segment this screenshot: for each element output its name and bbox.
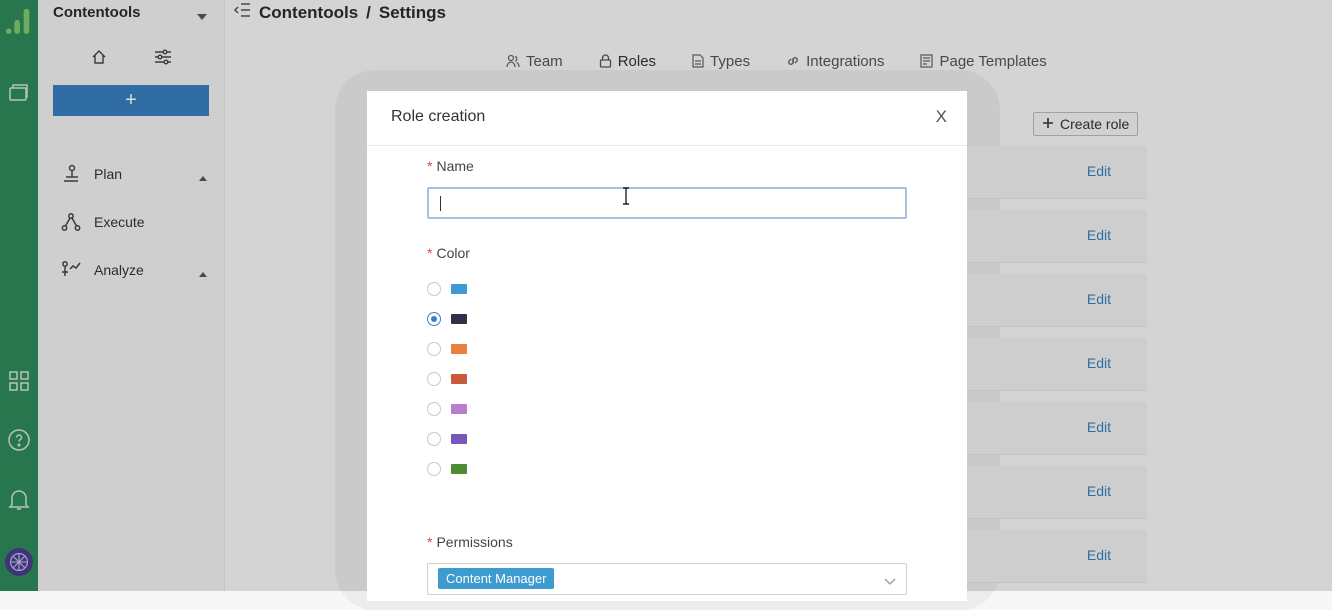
name-label: * Name: [427, 158, 474, 174]
color-swatch-2[interactable]: [451, 314, 467, 324]
chevron-down-icon[interactable]: [884, 573, 896, 591]
role-creation-modal: Role creation X * Name * Color * Permission…: [367, 91, 967, 601]
text-cursor-icon: [619, 187, 633, 210]
required-mark: *: [427, 158, 433, 174]
required-mark: *: [427, 245, 433, 261]
color-swatch-5[interactable]: [451, 404, 467, 414]
color-radio-1[interactable]: [427, 282, 441, 296]
permissions-select[interactable]: Content Manager: [427, 563, 907, 595]
color-radio-7[interactable]: [427, 462, 441, 476]
permissions-label-text: Permissions: [436, 534, 513, 550]
color-swatch-6[interactable]: [451, 434, 467, 444]
permission-tag[interactable]: Content Manager: [438, 568, 555, 589]
role-name-input[interactable]: [427, 187, 907, 219]
color-swatch-1[interactable]: [451, 284, 467, 294]
permissions-label: * Permissions: [427, 534, 513, 550]
color-radio-2[interactable]: [427, 312, 441, 326]
color-label-text: Color: [436, 245, 470, 261]
color-swatch-3[interactable]: [451, 344, 467, 354]
color-swatch-7[interactable]: [451, 464, 467, 474]
color-radio-6[interactable]: [427, 432, 441, 446]
required-mark: *: [427, 534, 433, 550]
close-button[interactable]: X: [936, 107, 947, 127]
color-radio-4[interactable]: [427, 372, 441, 386]
color-radio-3[interactable]: [427, 342, 441, 356]
modal-header: Role creation X: [367, 91, 967, 146]
text-caret: [440, 196, 441, 211]
color-radio-5[interactable]: [427, 402, 441, 416]
color-label: * Color: [427, 245, 470, 261]
modal-title: Role creation: [391, 108, 486, 125]
color-swatch-4[interactable]: [451, 374, 467, 384]
name-label-text: Name: [436, 158, 474, 174]
